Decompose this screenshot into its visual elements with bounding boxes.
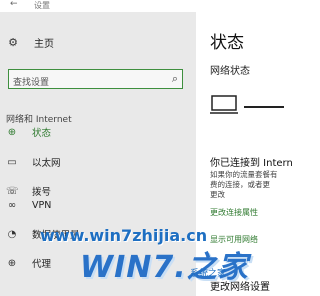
ethernet-icon: ▭ [7, 156, 17, 168]
sidebar-item-label: 拨号 [32, 187, 52, 198]
window-title: 设置 [34, 1, 50, 10]
change-connection-properties-link[interactable]: 更改连接属性 [210, 207, 258, 218]
data-usage-icon: ◔ [7, 228, 17, 240]
description-line: 如果你的流量套餐有 [210, 170, 278, 179]
change-network-settings-heading: 更改网络设置 [210, 282, 270, 293]
sidebar-item-ethernet[interactable]: ▭ 以太网 [6, 154, 191, 170]
main-panel: 状态 网络状态 你已连接到 Intern 如果你的流量套餐有 费的连接，或者更 … [196, 12, 292, 296]
sidebar-item-label: 代理 [32, 259, 52, 270]
search-icon[interactable]: ⌕ [172, 72, 178, 86]
dialup-icon: ☏ [6, 185, 19, 197]
home-nav-item[interactable]: ⚙ 主页 [6, 34, 186, 50]
title-bar: ← 设置 [0, 0, 292, 12]
network-connection-line [244, 106, 284, 108]
sidebar-item-label: 状态 [32, 128, 52, 139]
back-arrow-icon[interactable]: ← [10, 0, 18, 9]
network-status-heading: 网络状态 [210, 66, 250, 77]
vpn-icon: ∞ [7, 199, 17, 211]
show-available-networks-link[interactable]: 显示可用网络 [210, 234, 258, 245]
description-line: 更改 [210, 190, 225, 199]
sidebar-item-status[interactable]: ⊕ 状态 [6, 124, 191, 140]
sidebar-item-label: VPN [32, 199, 52, 211]
connection-status-text: 你已连接到 Intern [210, 158, 292, 169]
sidebar: ⚙ 主页 ⌕ 网络和 Internet ⊕ 状态 ▭ 以太网 ☏ 拨号 ∞ VP… [0, 12, 196, 296]
sidebar-item-label: 以太网 [32, 158, 61, 169]
globe-proxy-icon: ⊕ [7, 257, 17, 269]
sidebar-item-vpn[interactable]: ∞ VPN [6, 197, 191, 213]
sidebar-item-data-usage[interactable]: ◔ 数据使用量 [6, 226, 191, 242]
gear-icon: ⚙ [8, 35, 18, 49]
connection-description: 如果你的流量套餐有 费的连接，或者更 更改 [210, 170, 278, 200]
home-label: 主页 [34, 38, 54, 50]
sidebar-item-label: 数据使用量 [32, 230, 80, 241]
search-box[interactable]: ⌕ [8, 69, 183, 92]
description-line: 费的连接，或者更 [210, 180, 270, 189]
computer-icon [210, 95, 238, 114]
sidebar-item-proxy[interactable]: ⊕ 代理 [6, 255, 191, 271]
search-input[interactable] [9, 74, 161, 92]
page-title: 状态 [210, 33, 244, 53]
globe-icon: ⊕ [7, 126, 17, 138]
